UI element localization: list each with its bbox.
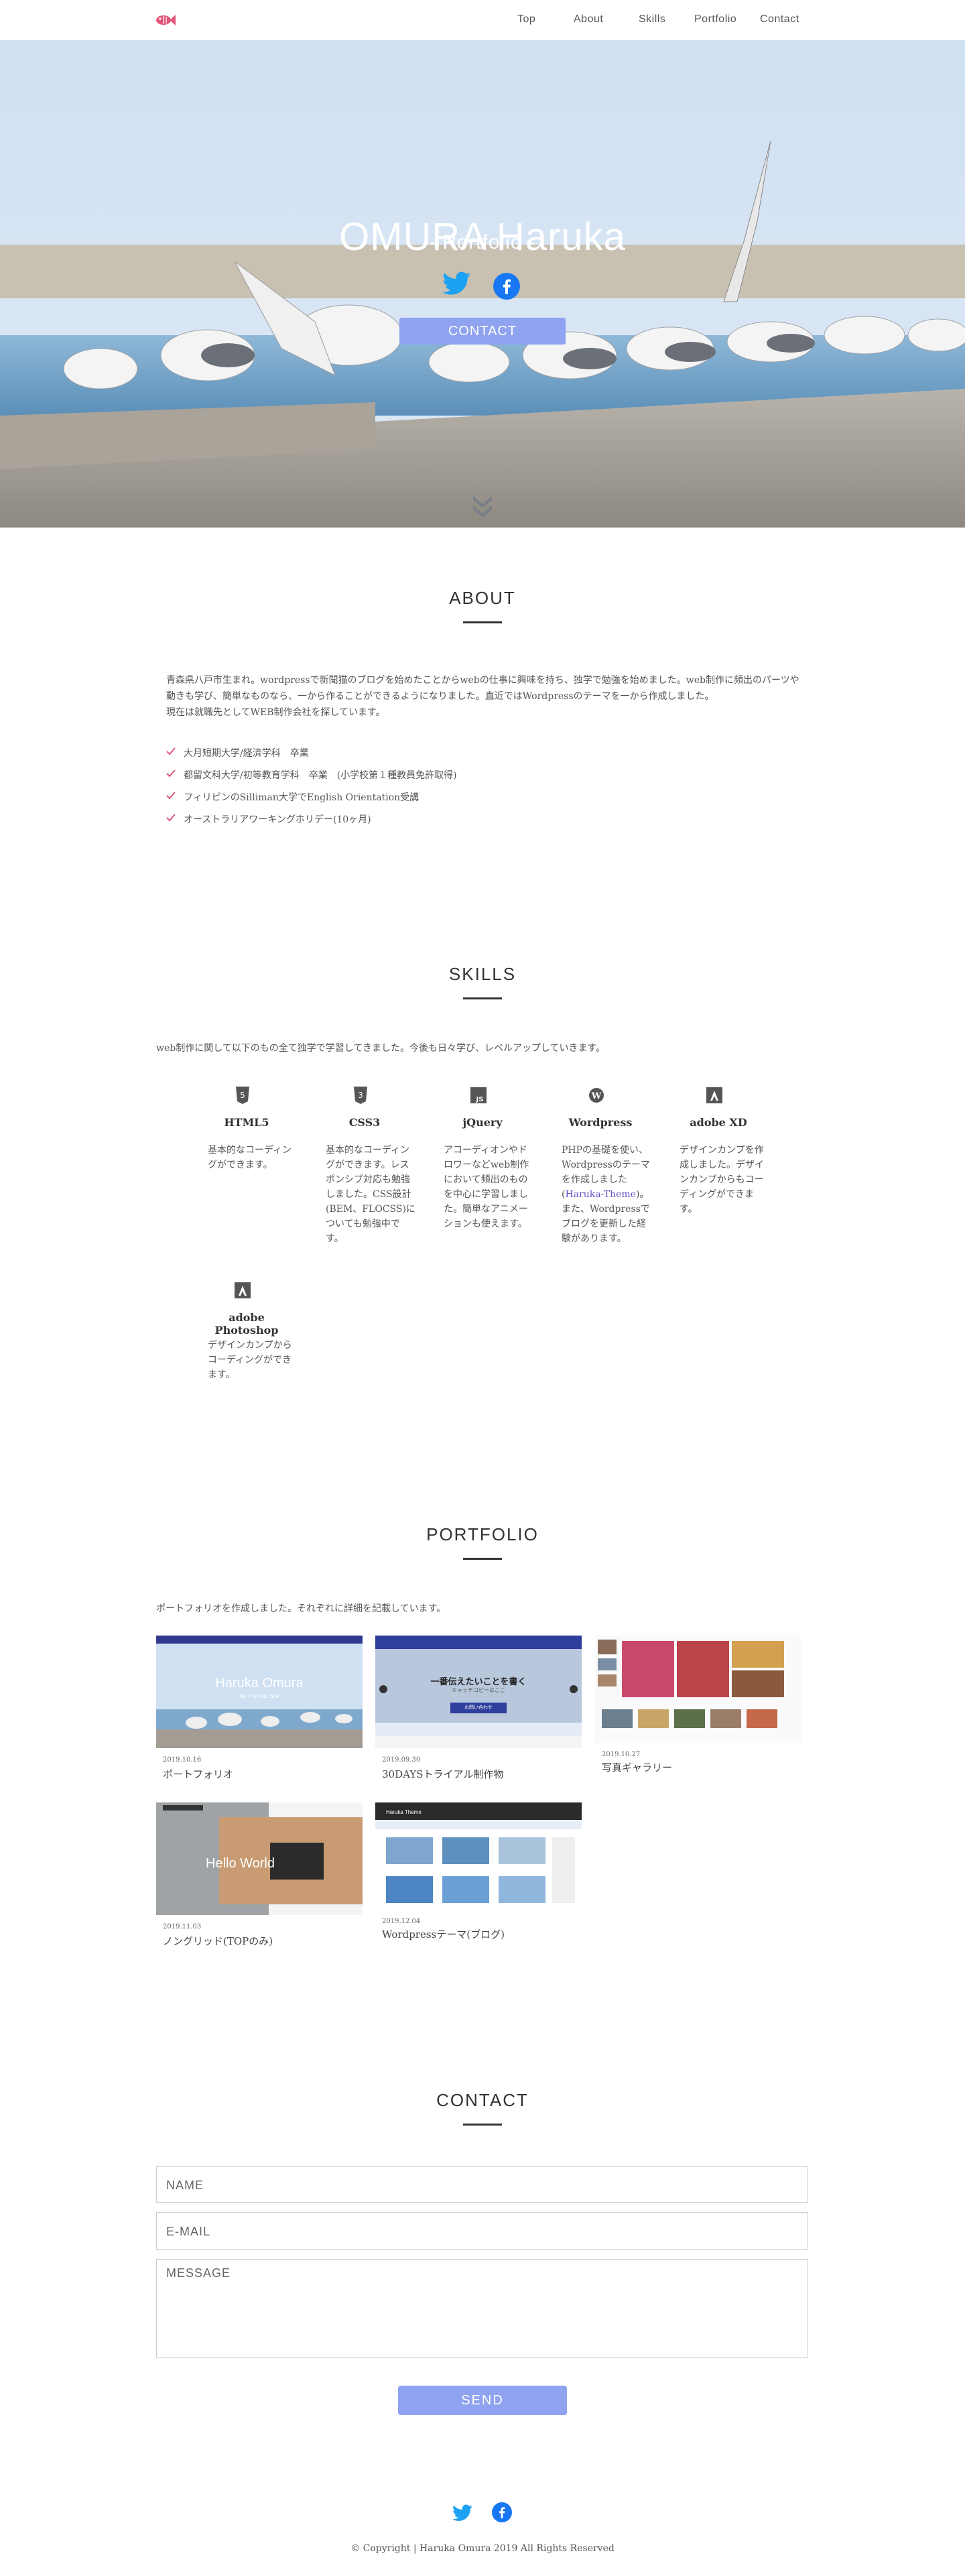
about-job-text: 現在は就職先としてWEB制作会社を探しています。 (166, 707, 385, 718)
portfolio-title[interactable]: Wordpressテーマ(ブログ) (382, 1927, 505, 1941)
skill-name: HTML5 (224, 1116, 269, 1129)
portfolio-thumbnail[interactable]: Hello World (156, 1802, 363, 1915)
skill-name: CSS3 (348, 1116, 381, 1129)
footer-facebook-icon[interactable] (492, 2502, 512, 2522)
portfolio-title[interactable]: 写真ギャラリー (602, 1760, 672, 1774)
portfolio-title[interactable]: ポートフォリオ (163, 1767, 233, 1781)
facebook-icon[interactable] (493, 273, 520, 300)
thumb-title: 一番伝えたいことを書く (430, 1676, 527, 1686)
portfolio-date: 2019.10.27 (602, 1751, 641, 1758)
portfolio-thumbnail[interactable]: 一番伝えたいことを書く キャッチコピーはここ お問い合わせ (375, 1636, 582, 1748)
hero-subtitle: - Portfolio - (429, 231, 536, 253)
skills-intro: web制作に関して以下のもの全て独学で学習してきました。今後も日々学び、レベルア… (156, 1043, 606, 1054)
check-icon (166, 814, 176, 822)
about-heading-underline (463, 621, 502, 623)
thumb-subtitle: - My Portfolio Site - (236, 1693, 282, 1699)
skill-name: Wordpress (568, 1116, 633, 1129)
send-button[interactable]: SEND (398, 2386, 567, 2415)
about-intro-text: 青森県八戸市生まれ。wordpressで新聞猫のブログを始めたことからwebの仕… (166, 675, 799, 702)
skill-desc: デザインカンプを作成しました。デザインカンプからもコーディングができます。 (680, 1145, 764, 1215)
svg-text:JS: JS (476, 1096, 484, 1103)
thumb-title: Haruka Theme (386, 1809, 422, 1815)
thumb-title: Haruka Omura (215, 1676, 304, 1691)
check-icon (166, 747, 176, 755)
portfolio-thumbnail[interactable]: Haruka Omura - My Portfolio Site - (156, 1636, 363, 1748)
portfolio-date: 2019.09.30 (382, 1756, 421, 1764)
skill-desc: PHPの基礎を使い、Wordpressのテーマを作成しました(Haruka-Th… (562, 1143, 651, 1246)
hero-photo-seagulls (0, 40, 965, 528)
thumb-gallery-image (595, 1636, 801, 1743)
about-item-text: 大月短期大学/経済学科 卒業 (184, 748, 309, 759)
skill-desc: 基本的なコーディングができます。レスポンシブ対応も勉強しました。CSS設計(BE… (326, 1145, 415, 1244)
email-input[interactable]: E-MAIL (156, 2212, 808, 2250)
footer-twitter-icon[interactable] (452, 2504, 472, 2522)
nav-contact[interactable]: Contact (760, 13, 799, 25)
about-paragraph: 青森県八戸市生まれ。wordpressで新聞猫のブログを始めたことからwebの仕… (166, 672, 803, 721)
name-input[interactable]: NAME (156, 2166, 808, 2203)
contact-heading-underline (463, 2124, 502, 2126)
nav-portfolio[interactable]: Portfolio (694, 13, 736, 25)
contact-heading: CONTACT (436, 2090, 529, 2110)
portfolio-date: 2019.11.03 (163, 1923, 202, 1930)
skills-heading: SKILLS (448, 964, 517, 984)
portfolio-heading-underline (463, 1558, 502, 1560)
skill-desc: アコーディオンやドロワーなどweb制作において頻出のものを中心に学習しました。簡… (444, 1145, 529, 1229)
hero-section: OMURA Haruka - Portfolio - CONTACT (0, 40, 965, 528)
twitter-icon[interactable] (442, 271, 470, 296)
thumb-wordpress-theme-image (375, 1802, 582, 1910)
skill-name: adobe Photoshop (214, 1311, 279, 1337)
portfolio-date: 2019.10.16 (163, 1756, 202, 1764)
contact-button[interactable]: CONTACT (399, 318, 566, 345)
skill-desc: デザインカンプからコーディングができます。 (208, 1340, 292, 1380)
adobe-icon (235, 1282, 251, 1298)
svg-text:5: 5 (240, 1091, 245, 1100)
check-icon (166, 770, 176, 778)
portfolio-title[interactable]: ノングリッド(TOPのみ) (163, 1934, 273, 1948)
svg-text:3: 3 (358, 1091, 363, 1100)
portfolio-thumbnail[interactable] (595, 1636, 801, 1743)
portfolio-thumbnail[interactable]: Haruka Theme (375, 1802, 582, 1910)
portfolio-date: 2019.12.04 (382, 1918, 421, 1925)
portfolio-title[interactable]: 30DAYSトライアル制作物 (382, 1767, 503, 1781)
check-icon (166, 792, 176, 800)
skill-name: adobe XD (690, 1116, 747, 1129)
about-heading: ABOUT (449, 588, 516, 608)
nav-about[interactable]: About (574, 13, 603, 25)
thumb-subtitle: キャッチコピーはここ (452, 1687, 505, 1693)
skill-desc: 基本的なコーディングができます。 (208, 1145, 292, 1170)
message-textarea[interactable]: MESSAGE (156, 2259, 808, 2358)
portfolio-heading: PORTFOLIO (426, 1524, 539, 1544)
nav-top[interactable]: Top (517, 13, 535, 25)
fish-logo-icon[interactable] (153, 13, 176, 27)
skills-heading-underline (463, 997, 502, 999)
adobe-icon (706, 1087, 722, 1103)
thumb-button: お問い合わせ (450, 1703, 507, 1713)
svg-text:W: W (591, 1091, 602, 1101)
copyright: © Copyright | Haruka Omura 2019 All Righ… (350, 2543, 615, 2554)
about-item-text: フィリピンのSilliman大学でEnglish Orientation受講 (184, 792, 420, 803)
about-item-text: オーストラリアワーキングホリデー(10ヶ月) (184, 814, 371, 825)
thumb-portfolio-image (156, 1636, 363, 1748)
portfolio-intro: ポートフォリオを作成しました。それぞれに詳細を記載しています。 (156, 1603, 446, 1614)
about-item-text: 都留文科大学/初等教育学科 卒業 (小学校第１種教員免許取得) (184, 770, 457, 781)
skill-name: jQuery (462, 1116, 503, 1129)
wordpress-icon: W (589, 1088, 604, 1103)
site-header: Top About Skills Portfolio Contact (0, 0, 965, 40)
html5-icon: 5 (236, 1087, 249, 1104)
css3-icon: 3 (354, 1087, 367, 1104)
haruka-theme-link[interactable]: Haruka-Theme (565, 1189, 636, 1200)
thumb-title: Hello World (206, 1856, 275, 1871)
nav-skills[interactable]: Skills (639, 13, 665, 25)
js-icon: JS (470, 1087, 487, 1103)
